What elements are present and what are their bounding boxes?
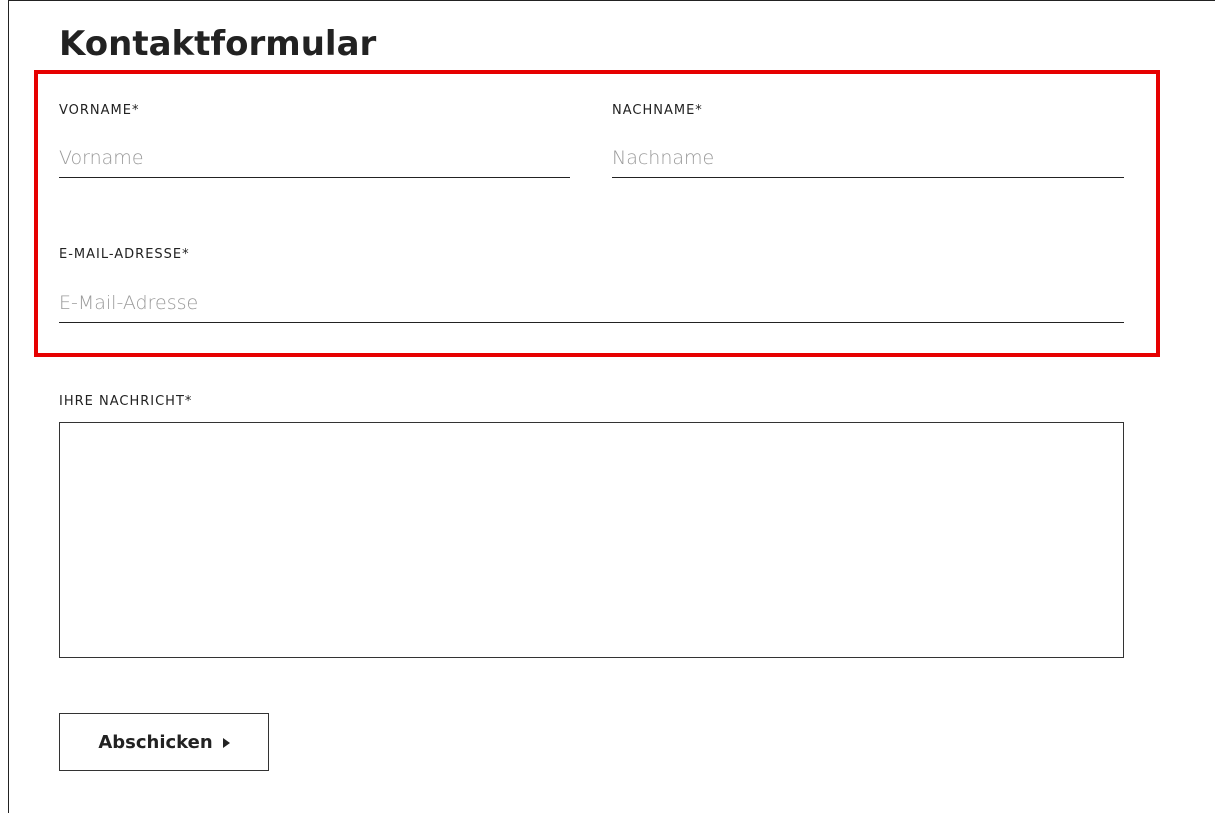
frame-border-top bbox=[8, 0, 1215, 1]
first-name-label: VORNAME* bbox=[59, 103, 140, 118]
message-label: IHRE NACHRICHT* bbox=[59, 394, 193, 409]
last-name-label: NACHNAME* bbox=[612, 103, 703, 118]
triangle-right-icon bbox=[222, 738, 230, 748]
submit-button-label: Abschicken bbox=[98, 731, 213, 753]
submit-button[interactable]: Abschicken bbox=[59, 713, 269, 771]
email-label: E-MAIL-ADRESSE* bbox=[59, 247, 190, 262]
last-name-input[interactable] bbox=[612, 138, 1124, 178]
message-textarea[interactable] bbox=[59, 422, 1124, 658]
first-name-input[interactable] bbox=[59, 138, 570, 178]
page-title: Kontaktformular bbox=[59, 24, 377, 64]
email-input[interactable] bbox=[59, 283, 1124, 323]
contact-page: Kontaktformular VORNAME* NACHNAME* E-MAI… bbox=[0, 0, 1215, 813]
frame-border-left bbox=[8, 0, 9, 813]
